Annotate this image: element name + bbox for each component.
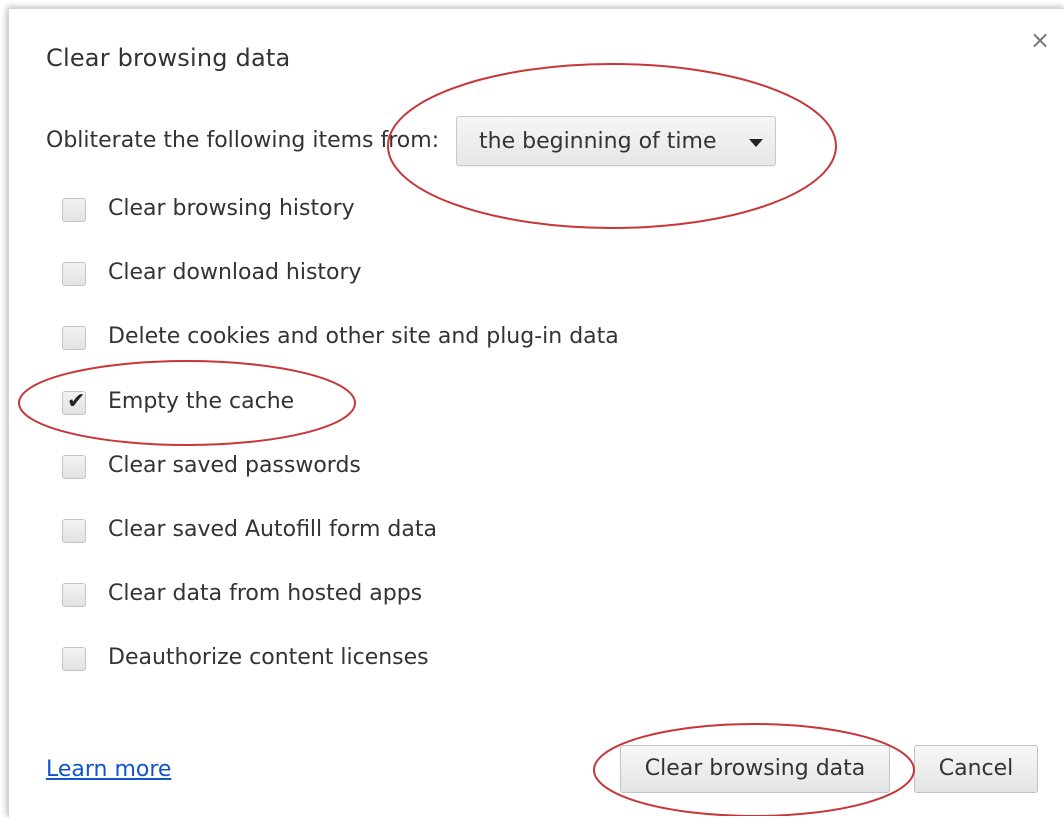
dialog-title: Clear browsing data [46, 44, 291, 72]
screenshot-frame: Clear browsing data × Obliterate the fol… [0, 0, 1064, 817]
time-range-selected-value: the beginning of time [479, 129, 717, 154]
clear-browsing-data-button[interactable]: Clear browsing data [620, 745, 890, 793]
option-label: Empty the cache [108, 389, 295, 414]
time-range-label: Obliterate the following items from: [46, 128, 440, 153]
option-label: Clear browsing history [108, 196, 355, 221]
option-label: Clear saved passwords [108, 453, 361, 478]
option-label: Deauthorize content licenses [108, 645, 429, 670]
checkbox[interactable] [62, 647, 86, 671]
checkbox[interactable]: ✔ [62, 389, 86, 415]
time-range-dropdown[interactable]: the beginning of time [456, 116, 776, 166]
cancel-button[interactable]: Cancel [914, 745, 1038, 793]
caret-down-icon [749, 139, 763, 147]
checkbox[interactable] [62, 262, 86, 286]
option-label: Clear saved Autofill form data [108, 517, 437, 542]
close-icon[interactable]: × [1030, 28, 1050, 52]
option-label: Delete cookies and other site and plug-i… [108, 324, 619, 349]
checkmark-icon: ✔ [67, 389, 86, 414]
checkbox[interactable] [62, 519, 86, 543]
checkbox[interactable] [62, 455, 86, 479]
option-label: Clear data from hosted apps [108, 581, 423, 606]
checkbox[interactable] [62, 326, 86, 350]
option-label: Clear download history [108, 260, 362, 285]
learn-more-link[interactable]: Learn more [46, 757, 171, 782]
checkbox[interactable] [62, 583, 86, 607]
checkbox[interactable] [62, 198, 86, 222]
